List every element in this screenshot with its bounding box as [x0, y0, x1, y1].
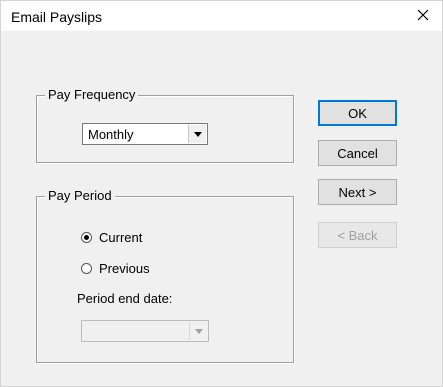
- pay-period-legend: Pay Period: [45, 188, 115, 203]
- close-button[interactable]: [404, 1, 442, 31]
- radio-current-indicator[interactable]: [81, 232, 92, 243]
- radio-previous[interactable]: Previous: [81, 261, 150, 276]
- radio-current[interactable]: Current: [81, 230, 142, 245]
- pay-frequency-select[interactable]: Monthly: [82, 123, 208, 145]
- next-button[interactable]: Next >: [318, 179, 397, 205]
- email-payslips-dialog: Email Payslips Pay Frequency Monthly Pay…: [0, 0, 443, 387]
- pay-frequency-value: Monthly: [88, 127, 134, 142]
- radio-previous-label: Previous: [99, 261, 150, 276]
- cancel-button[interactable]: Cancel: [318, 140, 397, 166]
- period-end-date-label: Period end date:: [77, 291, 173, 306]
- ok-button[interactable]: OK: [318, 100, 397, 126]
- pay-frequency-legend: Pay Frequency: [45, 87, 139, 102]
- back-button[interactable]: < Back: [318, 222, 397, 248]
- pay-period-group: Pay Period Current Previous Period end d…: [36, 188, 294, 363]
- close-icon: [417, 9, 429, 24]
- chevron-down-icon[interactable]: [189, 322, 207, 340]
- title-bar: Email Payslips: [1, 1, 442, 31]
- pay-frequency-group: Pay Frequency Monthly: [36, 87, 294, 163]
- dialog-title: Email Payslips: [11, 9, 103, 25]
- radio-previous-indicator[interactable]: [81, 263, 92, 274]
- chevron-down-icon[interactable]: [188, 125, 206, 143]
- radio-current-label: Current: [99, 230, 143, 245]
- period-end-date-select[interactable]: [81, 320, 209, 342]
